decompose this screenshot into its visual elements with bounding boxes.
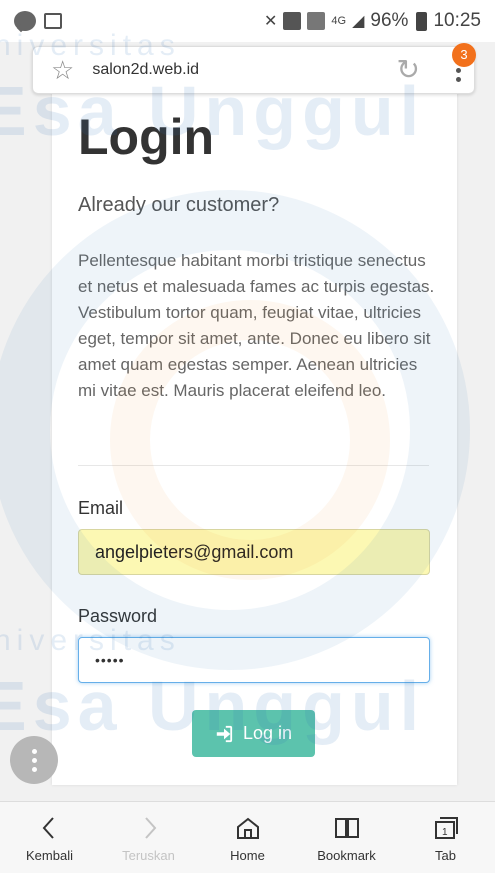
bookmark-icon bbox=[334, 818, 359, 838]
signal-icon bbox=[307, 12, 326, 30]
address-bar[interactable]: ☆ salon2d.web.id ↻ 3 bbox=[32, 42, 476, 94]
nav-bookmark-label: Bookmark bbox=[317, 848, 376, 863]
signal-bars-icon: ◢ bbox=[352, 13, 365, 30]
notification-badge: 3 bbox=[452, 42, 476, 67]
nav-forward[interactable]: Teruskan bbox=[99, 802, 198, 873]
status-right: ✕ 4G ◢ 96% 10:25 bbox=[264, 10, 481, 32]
divider bbox=[78, 465, 429, 466]
tab-icon: 1 bbox=[434, 817, 458, 839]
nav-bookmark[interactable]: Bookmark bbox=[297, 802, 396, 873]
nav-back-label: Kembali bbox=[26, 848, 73, 863]
status-left bbox=[14, 11, 62, 31]
status-bar: ✕ 4G ◢ 96% 10:25 bbox=[0, 0, 495, 42]
bottom-navigation: Kembali Teruskan Home Bookmark 1 Tab bbox=[0, 801, 495, 873]
chevron-left-icon bbox=[42, 817, 54, 839]
battery-percentage: 96% bbox=[370, 10, 409, 31]
nav-tab[interactable]: 1 Tab bbox=[396, 802, 495, 873]
email-label: Email bbox=[78, 498, 124, 518]
login-card: Login Already our customer? Pellentesque… bbox=[52, 88, 457, 785]
network-type: 4G bbox=[331, 15, 347, 27]
nfc-icon: ✕ bbox=[264, 13, 278, 30]
clock: 10:25 bbox=[433, 10, 481, 31]
page-title: Login bbox=[78, 109, 215, 165]
login-button[interactable]: Log in bbox=[192, 710, 315, 757]
email-field[interactable]: angelpieters@gmail.com bbox=[78, 529, 430, 575]
home-icon bbox=[236, 817, 259, 839]
nav-home-label: Home bbox=[230, 848, 265, 863]
nav-tab-label: Tab bbox=[435, 848, 456, 863]
chevron-right-icon bbox=[144, 817, 156, 839]
gallery-icon bbox=[44, 13, 62, 29]
floating-menu-button[interactable] bbox=[10, 736, 58, 784]
browser-menu-button[interactable]: 3 bbox=[452, 42, 476, 82]
bookmark-star-icon[interactable]: ☆ bbox=[51, 57, 74, 83]
nav-forward-label: Teruskan bbox=[122, 848, 175, 863]
nav-back[interactable]: Kembali bbox=[0, 802, 99, 873]
password-field[interactable]: ••••• bbox=[78, 637, 430, 683]
sim-icon bbox=[283, 12, 302, 30]
page-subtitle: Already our customer? bbox=[78, 194, 280, 216]
url-text[interactable]: salon2d.web.id bbox=[92, 61, 199, 79]
nav-home[interactable]: Home bbox=[198, 802, 297, 873]
description-text: Pellentesque habitant morbi tristique se… bbox=[78, 251, 435, 400]
svg-text:1: 1 bbox=[442, 827, 448, 838]
line-app-icon bbox=[14, 11, 36, 31]
password-label: Password bbox=[78, 606, 158, 626]
login-button-label: Log in bbox=[242, 723, 293, 743]
sign-in-icon bbox=[216, 725, 233, 742]
reload-icon[interactable]: ↻ bbox=[397, 56, 420, 84]
battery-icon bbox=[416, 11, 428, 31]
